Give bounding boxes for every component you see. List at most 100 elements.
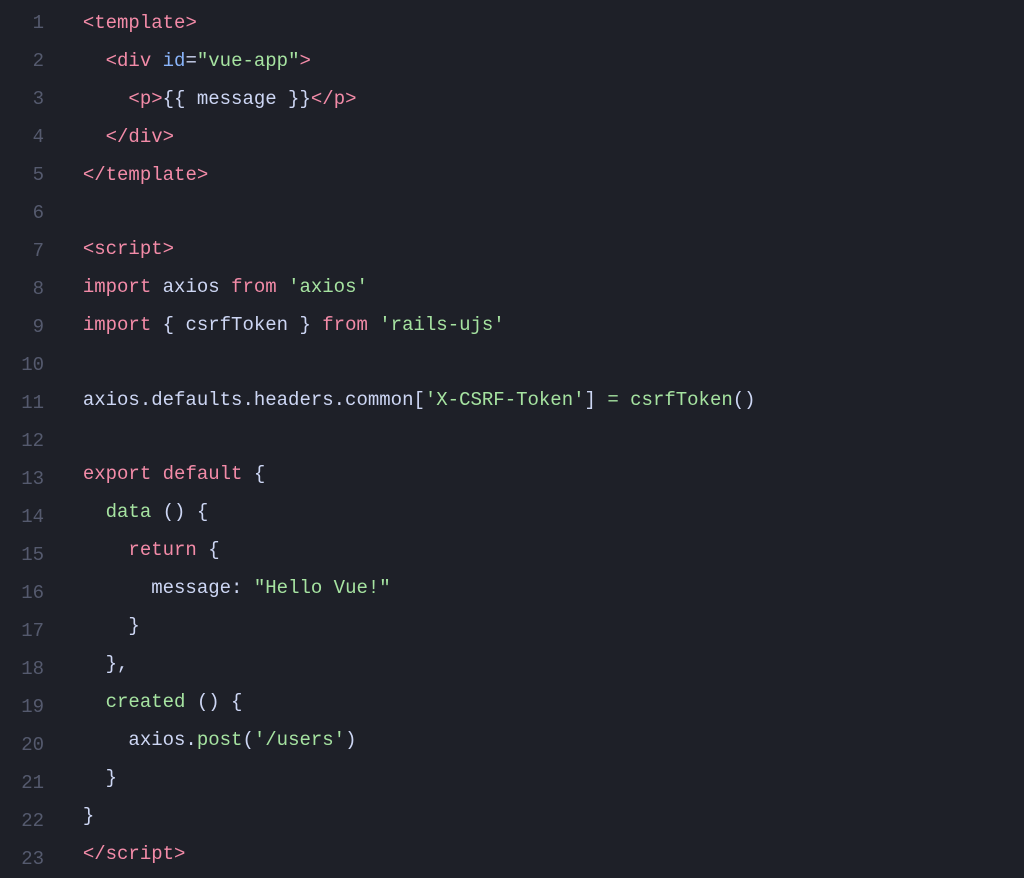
token: < xyxy=(106,42,117,80)
token xyxy=(60,493,106,531)
token: } xyxy=(106,759,117,797)
code-line: } xyxy=(60,797,1024,835)
code-line: </template> xyxy=(60,156,1024,194)
line-number: 21 xyxy=(8,764,44,802)
line-number: 2 xyxy=(8,42,44,80)
line-number: 11 xyxy=(8,384,44,422)
token: "vue-app" xyxy=(197,42,300,80)
line-numbers: 1234567891011121314151617181920212223 xyxy=(0,4,60,873)
code-line: </div> xyxy=(60,118,1024,156)
token: }, xyxy=(106,645,129,683)
token xyxy=(60,531,128,569)
token: ( xyxy=(242,721,253,759)
token: > xyxy=(163,118,174,156)
token: template xyxy=(106,156,197,194)
token: default xyxy=(163,455,243,493)
token xyxy=(277,268,288,306)
line-number: 3 xyxy=(8,80,44,118)
token: > xyxy=(174,835,185,873)
token: </ xyxy=(106,118,129,156)
code-content: <template> <div id="vue-app"> <p>{{ mess… xyxy=(60,4,1024,873)
token: template xyxy=(94,4,185,42)
line-number: 6 xyxy=(8,194,44,232)
token: data xyxy=(106,493,152,531)
token: 'axios' xyxy=(288,268,368,306)
token: { xyxy=(197,531,220,569)
token: () { xyxy=(185,683,242,721)
code-line: created () { xyxy=(60,683,1024,721)
token: import xyxy=(83,268,151,306)
token xyxy=(60,569,151,607)
line-number: 9 xyxy=(8,308,44,346)
line-number: 18 xyxy=(8,650,44,688)
token: id xyxy=(163,42,186,80)
token: = xyxy=(185,42,196,80)
line-number: 5 xyxy=(8,156,44,194)
line-number: 20 xyxy=(8,726,44,764)
line-number: 16 xyxy=(8,574,44,612)
code-line: data () { xyxy=(60,493,1024,531)
token: () { xyxy=(151,493,208,531)
code-line xyxy=(60,194,1024,230)
token: [ xyxy=(413,381,424,419)
token xyxy=(60,835,83,873)
token xyxy=(60,80,128,118)
token: > xyxy=(185,4,196,42)
line-number: 17 xyxy=(8,612,44,650)
token: ] xyxy=(585,381,608,419)
token: p xyxy=(140,80,151,118)
line-number: 19 xyxy=(8,688,44,726)
token: > xyxy=(163,230,174,268)
code-line: axios.defaults.headers.common['X-CSRF-To… xyxy=(60,381,1024,419)
token: } xyxy=(83,797,94,835)
code-line xyxy=(60,419,1024,455)
line-number: 23 xyxy=(8,840,44,878)
token: = xyxy=(607,381,618,419)
token: 'X-CSRF-Token' xyxy=(425,381,585,419)
token: } xyxy=(128,607,139,645)
token: < xyxy=(83,4,94,42)
line-number: 15 xyxy=(8,536,44,574)
line-number: 22 xyxy=(8,802,44,840)
token: div xyxy=(117,42,151,80)
token: > xyxy=(299,42,310,80)
token xyxy=(60,455,83,493)
code-line: <script> xyxy=(60,230,1024,268)
line-number: 12 xyxy=(8,422,44,460)
token: { xyxy=(242,455,265,493)
token xyxy=(60,759,106,797)
token xyxy=(619,381,630,419)
token: 'rails-ujs' xyxy=(379,306,504,344)
token xyxy=(60,381,83,419)
token: > xyxy=(197,156,208,194)
code-line: return { xyxy=(60,531,1024,569)
token xyxy=(60,118,106,156)
code-line: <div id="vue-app"> xyxy=(60,42,1024,80)
token: { csrfToken } xyxy=(151,306,322,344)
token: > xyxy=(151,80,162,118)
token: < xyxy=(83,230,94,268)
token: script xyxy=(94,230,162,268)
token: </ xyxy=(83,156,106,194)
token: ) xyxy=(345,721,356,759)
code-line: export default { xyxy=(60,455,1024,493)
code-line: </script> xyxy=(60,835,1024,873)
token: export xyxy=(83,455,151,493)
code-editor: 1234567891011121314151617181920212223 <t… xyxy=(0,0,1024,877)
line-number: 7 xyxy=(8,232,44,270)
code-line xyxy=(60,344,1024,380)
code-line: message: "Hello Vue!" xyxy=(60,569,1024,607)
token: </ xyxy=(83,835,106,873)
token xyxy=(60,683,106,721)
token xyxy=(60,797,83,835)
token xyxy=(60,230,83,268)
code-line: <p>{{ message }}</p> xyxy=(60,80,1024,118)
token: "Hello Vue!" xyxy=(254,569,391,607)
line-number: 1 xyxy=(8,4,44,42)
line-number: 4 xyxy=(8,118,44,156)
line-number: 13 xyxy=(8,460,44,498)
code-line: import { csrfToken } from 'rails-ujs' xyxy=(60,306,1024,344)
token xyxy=(368,306,379,344)
token: {{ message }} xyxy=(163,80,311,118)
token: '/users' xyxy=(254,721,345,759)
